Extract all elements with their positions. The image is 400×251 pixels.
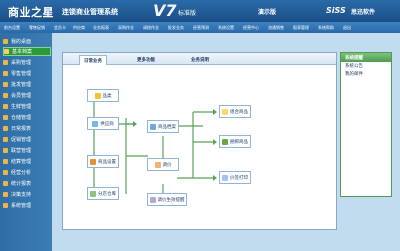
member-icon [3,93,8,98]
menu-bar: 前台设置 零售促销 会员卡 供应商 业务报表 采购作业 调拨作业 批发业务 经营… [0,22,400,33]
flow-node-bulk-product[interactable]: 捆绑商品 [219,135,251,148]
app-header: 商业之星 连锁商业管理系统 V7 标准版 演示版 SiSS 思迅软件 [0,0,400,22]
menu-item[interactable]: 流通销售 [268,25,284,31]
arrow-head [213,175,217,181]
app-title: 商业之星 [8,6,54,19]
main-content: 日常业务 更多功能 业务说明 品类 供应商 商品设置 分店仓库 商品档案 调价 … [52,33,400,251]
folder-icon [4,49,9,54]
analysis-icon [3,170,8,175]
left-sidebar: 我的桌面 基本档案 采购管理 零售管理 批发管理 会员管理 生鲜管理 仓储管理 … [0,33,52,251]
tab-more-functions[interactable]: 更多功能 [133,55,159,65]
menu-item[interactable]: 供应商 [73,25,85,31]
sidebar-item-joint[interactable]: 联营管理 [3,146,51,155]
desktop-icon [3,39,8,44]
sidebar-item-statistics[interactable]: 统计报表 [3,179,51,188]
brand-logo: SiSS [326,6,346,15]
fresh-icon [3,104,8,109]
category-icon [94,92,101,99]
notice-icon [149,196,156,203]
flow-node-branch-warehouse[interactable]: 分店仓库 [87,187,119,200]
settlement-icon [3,159,8,164]
demo-badge: 演示版 [258,9,277,16]
reminder-panel: 系统提醒 系统公告 我的邮件 [340,52,392,197]
menu-item[interactable]: 报表管理 [293,25,309,31]
menu-item[interactable]: 批发业务 [168,25,184,31]
cart-icon [3,60,8,65]
settings-box-icon [90,158,96,165]
sidebar-item-system[interactable]: 系统管理 [3,201,51,210]
archive-icon [150,123,156,130]
promotion-icon [3,137,8,142]
arrow-head [133,121,137,127]
report-icon [3,126,8,131]
combo-icon [222,108,228,115]
flow-panel: 日常业务 更多功能 业务说明 品类 供应商 商品设置 分店仓库 商品档案 调价 … [62,52,337,230]
sidebar-item-analysis[interactable]: 经营分析 [3,168,51,177]
app-version: V7 [153,1,177,20]
menu-item[interactable]: 经营预测 [193,25,209,31]
flow-node-supplier[interactable]: 供应商 [87,117,119,130]
sidebar-item-basic-archive[interactable]: 基本档案 [3,47,51,56]
reminder-item-announcement[interactable]: 系统公告 [341,62,391,70]
app-edition: 标准版 [178,10,197,17]
brand-name: 思迅软件 [351,9,376,16]
sidebar-item-storage[interactable]: 仓储管理 [3,113,51,122]
menu-item[interactable]: 经营中心 [243,25,259,31]
sidebar-item-retail[interactable]: 零售管理 [3,69,51,78]
sidebar-item-purchase[interactable]: 采购管理 [3,58,51,67]
app-subtitle: 连锁商业管理系统 [62,8,118,16]
reminder-item-mail[interactable]: 我的邮件 [341,70,391,78]
decision-icon [3,192,8,197]
flow-node-product-settings[interactable]: 商品设置 [87,155,119,168]
menu-item[interactable]: 会员卡 [54,25,66,31]
menu-item[interactable]: 采购作业 [118,25,134,31]
bundle-icon [222,138,228,145]
sidebar-item-desktop[interactable]: 我的桌面 [3,37,51,46]
menu-item[interactable]: 系统帮助 [318,25,334,31]
flow-node-price-adjust[interactable]: 调价 [147,158,179,171]
menu-item[interactable]: 零售促销 [29,25,45,31]
sidebar-item-settlement[interactable]: 结算管理 [3,157,51,166]
wholesale-icon [3,82,8,87]
reminder-panel-header: 系统提醒 [341,53,391,62]
sidebar-item-daily-report[interactable]: 日常报表 [3,124,51,133]
menu-item[interactable]: 业务报表 [93,25,109,31]
warehouse-icon [3,115,8,120]
menu-item[interactable]: 前台设置 [4,25,20,31]
arrow-head [213,139,217,145]
flow-node-price-info[interactable]: 调价生效提醒 [147,193,187,206]
sidebar-item-fresh[interactable]: 生鲜管理 [3,102,51,111]
price-icon [154,161,161,168]
tab-business-notes[interactable]: 业务说明 [187,55,213,65]
warehouse-icon [90,190,96,197]
retail-icon [3,71,8,76]
arrow-head [213,109,217,115]
sidebar-item-promotion[interactable]: 促销管理 [3,135,51,144]
flow-node-combo-product[interactable]: 组合商品 [219,105,251,118]
tab-daily-business[interactable]: 日常业务 [79,55,107,65]
sidebar-item-wholesale[interactable]: 批发管理 [3,80,51,89]
menu-item[interactable]: 调拨作业 [143,25,159,31]
sidebar-item-decision[interactable]: 决策支持 [3,190,51,199]
flow-node-category[interactable]: 品类 [87,89,119,102]
menu-item[interactable]: 退出 [343,25,351,31]
statistics-icon [3,181,8,186]
joint-icon [3,148,8,153]
supplier-icon [92,120,99,127]
tab-bar: 日常业务 更多功能 业务说明 [63,53,336,65]
settings-icon [3,203,8,208]
sidebar-item-member[interactable]: 会员管理 [3,91,51,100]
flow-node-product-archive[interactable]: 商品档案 [147,120,179,133]
flow-node-label-print[interactable]: 价签打印 [219,171,251,184]
menu-item[interactable]: 系统设置 [218,25,234,31]
printer-icon [222,174,228,181]
